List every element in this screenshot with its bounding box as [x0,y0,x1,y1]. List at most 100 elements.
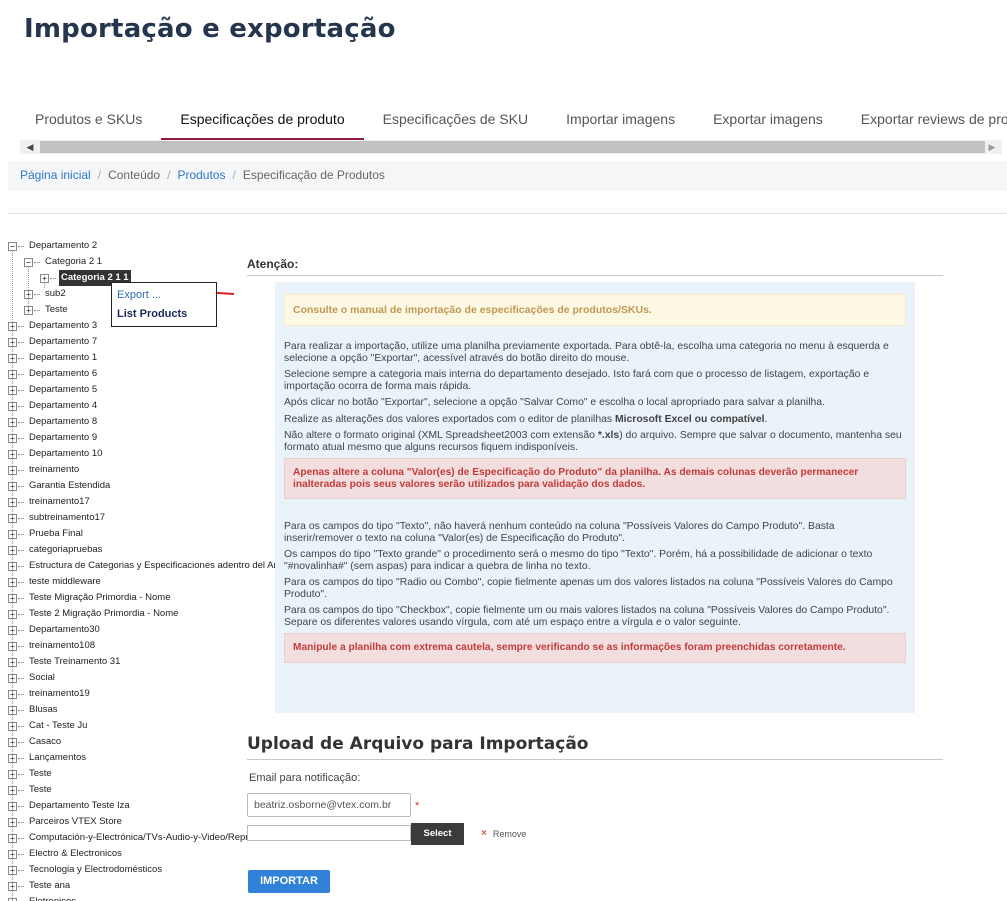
tree-node[interactable]: + Departamento Teste Iza [8,798,276,814]
tree-node-label[interactable]: treinamento19 [27,686,92,702]
tab-exportar-imagens[interactable]: Exportar imagens [694,100,842,138]
breadcrumb-produtos[interactable]: Produtos [177,168,225,182]
tree-node[interactable]: − Categoria 2 1 [8,254,276,270]
tree-node-label[interactable]: sub2 [43,286,68,302]
tree-node[interactable]: + Departamento 9 [8,430,276,446]
select-file-button[interactable]: Select [411,823,464,845]
tree-node-label[interactable]: Blusas [27,702,60,718]
tree-node-label[interactable]: Departamento 7 [27,334,99,350]
tree-node-label[interactable]: Electro & Electronicos [27,846,124,862]
breadcrumb-pagina-inicial[interactable]: Página inicial [20,168,91,182]
tree-node[interactable]: + Departamento 10 [8,446,276,462]
tree-node[interactable]: + Computación-y-Electrónica/TVs-Audio-y-V… [8,830,276,846]
context-menu-export[interactable]: Export ... [117,286,211,305]
tree-node-label[interactable]: Departamento 5 [27,382,99,398]
tree-node-label[interactable]: Teste [27,766,54,782]
tree-node[interactable]: + Departamento 5 [8,382,276,398]
tree-node[interactable]: + Estructura de Categorias y Especificaci… [8,558,276,574]
tree-node[interactable]: + Teste Migração Primordia - Nome [8,590,276,606]
tree-node-label[interactable]: treinamento [27,462,81,478]
tree-node-label[interactable]: Teste [43,302,70,318]
tree-node[interactable]: + Social [8,670,276,686]
tab-exportar-reviews-de-produto[interactable]: Exportar reviews de produto [842,100,1007,138]
tree-node-label[interactable]: Estructura de Categorias y Especificacio… [27,558,276,574]
tree-node-label[interactable]: Departamento 10 [27,446,104,462]
context-menu-list-products[interactable]: List Products [117,305,211,324]
file-path-field[interactable] [247,825,411,841]
tree-node[interactable]: + Departamento 1 [8,350,276,366]
tab-produtos-e-skus[interactable]: Produtos e SKUs [16,100,161,138]
manual-notice[interactable]: Consulte o manual de importação de espec… [284,294,906,326]
tree-node[interactable]: + Departamento 7 [8,334,276,350]
tree-node-label[interactable]: Departamento 4 [27,398,99,414]
tree-node-label[interactable]: treinamento108 [27,638,97,654]
tree-node-label[interactable]: subtreinamento17 [27,510,107,526]
tree-node-label[interactable]: categoriapruebas [27,542,104,558]
tree-node[interactable]: + Teste ana [8,878,276,894]
tree-node[interactable]: + Garantia Estendida [8,478,276,494]
tree-node-label[interactable]: Categoria 2 1 [43,254,104,270]
tree-node[interactable]: + Departamento 8 [8,414,276,430]
email-field[interactable] [247,793,411,817]
tree-node[interactable]: − Departamento 2 [8,238,276,254]
tree-node-label[interactable]: Departamento 2 [27,238,99,254]
tree-node[interactable]: + Teste [8,766,276,782]
tree-node-label[interactable]: Parceiros VTEX Store [27,814,124,830]
tree-node-label[interactable]: Departamento 1 [27,350,99,366]
tree-node-label[interactable]: Prueba Final [27,526,85,542]
tree-node[interactable]: + Prueba Final [8,526,276,542]
tabs-horizontal-scrollbar[interactable]: ◀ ▶ [20,140,1002,154]
tree-node[interactable]: + Departamento 4 [8,398,276,414]
tree-node[interactable]: + Tecnologia y Electrodomésticos [8,862,276,878]
tab-especificacoes-de-produto[interactable]: Especificações de produto [161,100,364,140]
tree-node[interactable]: + Blusas [8,702,276,718]
tree-node[interactable]: + treinamento [8,462,276,478]
tree-node-label[interactable]: Casaco [27,734,63,750]
tree-node-label[interactable]: Departamento Teste Iza [27,798,132,814]
tree-node[interactable]: + Electro & Electronicos [8,846,276,862]
tree-node[interactable]: + treinamento17 [8,494,276,510]
tree-node[interactable]: +Eletronicos [8,894,276,901]
tree-node[interactable]: + teste middleware [8,574,276,590]
tree-node-label[interactable]: teste middleware [27,574,103,590]
import-button[interactable]: IMPORTAR [248,870,330,893]
tree-node[interactable]: + Departamento30 [8,622,276,638]
tab-especificacoes-de-sku[interactable]: Especificações de SKU [364,100,548,138]
tab-importar-imagens[interactable]: Importar imagens [547,100,694,138]
tree-node-label[interactable]: Eletronicos [27,894,78,901]
scrollbar-thumb[interactable] [40,141,985,153]
tree-connector [18,869,24,871]
tree-node-label[interactable]: Lançamentos [27,750,88,766]
tree-node[interactable]: + categoriapruebas [8,542,276,558]
tree-node[interactable]: + Casaco [8,734,276,750]
tree-node[interactable]: + Parceiros VTEX Store [8,814,276,830]
tree-node-label[interactable]: Departamento30 [27,622,102,638]
tree-node[interactable]: + subtreinamento17 [8,510,276,526]
tree-node-label[interactable]: Cat - Teste Ju [27,718,89,734]
tree-node[interactable]: + treinamento108 [8,638,276,654]
tree-node-label[interactable]: Departamento 9 [27,430,99,446]
tree-node-label[interactable]: Computación-y-Electrónica/TVs-Audio-y-Vi… [27,830,276,846]
scroll-right-icon[interactable]: ▶ [982,140,1002,154]
tree-node[interactable]: + Teste Treinamento 31 [8,654,276,670]
tree-node-label[interactable]: Teste ana [27,878,72,894]
tree-node[interactable]: + Lançamentos [8,750,276,766]
tree-node-label[interactable]: Social [27,670,57,686]
tree-node-label[interactable]: Garantia Estendida [27,478,112,494]
tree-node[interactable]: + Teste [8,782,276,798]
scroll-left-icon[interactable]: ◀ [20,140,40,154]
tree-node[interactable]: + Teste 2 Migração Primordia - Nome [8,606,276,622]
tree-node[interactable]: + Cat - Teste Ju [8,718,276,734]
tree-node-label[interactable]: Departamento 6 [27,366,99,382]
tree-node-label[interactable]: Tecnologia y Electrodomésticos [27,862,164,878]
tree-node-label[interactable]: treinamento17 [27,494,92,510]
tree-node-label[interactable]: Teste Migração Primordia - Nome [27,590,173,606]
tree-node-label[interactable]: Departamento 3 [27,318,99,334]
tree-node-label[interactable]: Teste 2 Migração Primordia - Nome [27,606,180,622]
tree-node[interactable]: + Departamento 6 [8,366,276,382]
tree-node-label[interactable]: Teste [27,782,54,798]
tree-node-label[interactable]: Departamento 8 [27,414,99,430]
tree-node[interactable]: + treinamento19 [8,686,276,702]
tree-node-label[interactable]: Teste Treinamento 31 [27,654,122,670]
remove-file-button[interactable]: × Remove [481,828,526,839]
